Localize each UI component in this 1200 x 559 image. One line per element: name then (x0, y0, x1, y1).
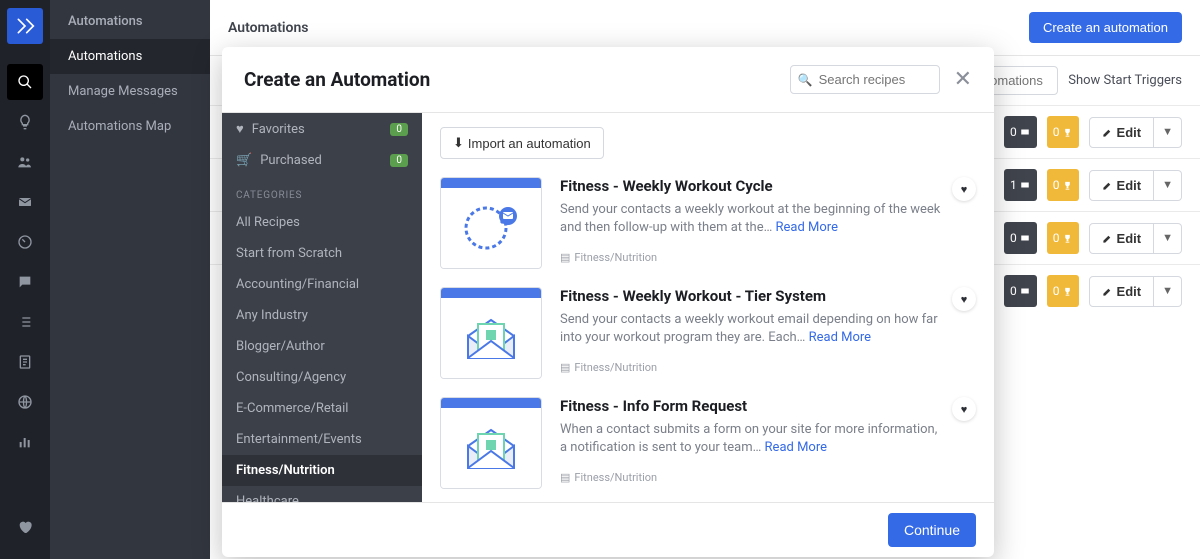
tag-icon: ▤ (560, 361, 570, 374)
list-icon[interactable] (7, 304, 43, 340)
edit-dropdown-button[interactable]: ▼ (1154, 276, 1182, 307)
favorites-count-badge: 0 (390, 123, 408, 136)
trophies-stat: 0 (1047, 116, 1079, 148)
create-automation-button[interactable]: Create an automation (1029, 12, 1182, 43)
edit-button[interactable]: Edit (1089, 117, 1155, 148)
import-automation-button[interactable]: ⬇Import an automation (440, 127, 604, 159)
comment-icon[interactable] (7, 264, 43, 300)
emails-stat: 1 (1004, 169, 1037, 201)
favorite-heart-button[interactable]: ♥ (952, 177, 976, 201)
sidebar: Automations Automations Manage Messages … (50, 0, 210, 559)
recipe-description: Send your contacts a weekly workout at t… (560, 201, 946, 237)
globe-icon[interactable] (7, 384, 43, 420)
edit-dropdown-button[interactable]: ▼ (1154, 170, 1182, 201)
read-more-link[interactable]: Read More (776, 220, 838, 235)
nav-purchased[interactable]: 🛒 Purchased 0 (222, 145, 422, 176)
category-e-commerce-retail[interactable]: E-Commerce/Retail (222, 393, 422, 424)
sidebar-item-automations[interactable]: Automations (50, 39, 210, 74)
sidebar-item-manage-messages[interactable]: Manage Messages (50, 74, 210, 109)
doc-icon[interactable] (7, 344, 43, 380)
sidebar-title: Automations (50, 0, 210, 39)
recipe-description: Send your contacts a weekly workout emai… (560, 311, 946, 347)
recipe-thumbnail (440, 177, 542, 269)
recipe-list: ⬇Import an automation Fitness - Weekly W… (422, 113, 994, 502)
emails-stat: 0 (1004, 222, 1037, 254)
category-fitness-nutrition[interactable]: Fitness/Nutrition (222, 455, 422, 486)
category-start-from-scratch[interactable]: Start from Scratch (222, 238, 422, 269)
search-icon: 🔍 (798, 73, 813, 87)
trophies-stat: 0 (1047, 222, 1079, 254)
category-blogger-author[interactable]: Blogger/Author (222, 331, 422, 362)
edit-dropdown-button[interactable]: ▼ (1154, 223, 1182, 254)
recipe-tag: ▤ Fitness/Nutrition (560, 471, 946, 484)
purchased-count-badge: 0 (390, 154, 408, 167)
recipe-card[interactable]: Fitness - Weekly Workout Cycle Send your … (440, 177, 976, 269)
close-icon[interactable]: ✕ (954, 67, 972, 92)
trophies-stat: 0 (1047, 275, 1079, 307)
recipe-description: When a contact submits a form on your si… (560, 421, 946, 457)
page-title: Automations (228, 20, 309, 36)
category-consulting-agency[interactable]: Consulting/Agency (222, 362, 422, 393)
nav-favorites-label: Favorites (252, 122, 383, 137)
chart-icon[interactable] (7, 424, 43, 460)
heart-icon: ♥ (236, 121, 244, 137)
category-any-industry[interactable]: Any Industry (222, 300, 422, 331)
category-accounting-financial[interactable]: Accounting/Financial (222, 269, 422, 300)
sidebar-item-automations-map[interactable]: Automations Map (50, 109, 210, 144)
mail-icon[interactable] (7, 184, 43, 220)
heart-icon[interactable] (7, 509, 43, 545)
continue-button[interactable]: Continue (888, 513, 976, 547)
edit-dropdown-button[interactable]: ▼ (1154, 117, 1182, 148)
categories-header: CATEGORIES (222, 176, 422, 207)
recipe-thumbnail (440, 287, 542, 379)
modal-header: Create an Automation 🔍 ✕ (222, 47, 994, 113)
recipe-title: Fitness - Weekly Workout Cycle (560, 177, 946, 195)
read-more-link[interactable]: Read More (765, 440, 827, 455)
recipe-card[interactable]: Fitness - Info Form Request When a contac… (440, 397, 976, 489)
edit-button[interactable]: Edit (1089, 170, 1155, 201)
tag-icon: ▤ (560, 471, 570, 484)
nav-favorites[interactable]: ♥ Favorites 0 (222, 113, 422, 145)
emails-stat: 0 (1004, 275, 1037, 307)
trophies-stat: 0 (1047, 169, 1079, 201)
category-all-recipes[interactable]: All Recipes (222, 207, 422, 238)
recipe-title: Fitness - Info Form Request (560, 397, 946, 415)
read-more-link[interactable]: Read More (809, 330, 871, 345)
cart-icon: 🛒 (236, 153, 252, 168)
modal-title: Create an Automation (244, 68, 430, 91)
favorite-heart-button[interactable]: ♥ (952, 397, 976, 421)
meter-icon[interactable] (7, 224, 43, 260)
search-icon[interactable] (7, 64, 43, 100)
recipe-card[interactable]: Fitness - Weekly Workout - Tier System Se… (440, 287, 976, 379)
recipe-tag: ▤ Fitness/Nutrition (560, 251, 946, 264)
show-start-triggers-link[interactable]: Show Start Triggers (1068, 73, 1182, 88)
recipe-thumbnail (440, 397, 542, 489)
nav-purchased-label: Purchased (260, 153, 382, 168)
edit-button[interactable]: Edit (1089, 276, 1155, 307)
icon-rail (0, 0, 50, 559)
recipe-tag: ▤ Fitness/Nutrition (560, 361, 946, 374)
favorite-heart-button[interactable]: ♥ (952, 287, 976, 311)
lightbulb-icon[interactable] (7, 104, 43, 140)
category-entertainment-events[interactable]: Entertainment/Events (222, 424, 422, 455)
download-icon: ⬇ (453, 135, 464, 151)
recipe-categories-nav: ♥ Favorites 0 🛒 Purchased 0 CATEGORIES A… (222, 113, 422, 502)
category-healthcare[interactable]: Healthcare (222, 486, 422, 502)
tag-icon: ▤ (560, 251, 570, 264)
modal-footer: Continue (222, 502, 994, 557)
people-icon[interactable] (7, 144, 43, 180)
app-logo[interactable] (7, 8, 43, 44)
create-automation-modal: Create an Automation 🔍 ✕ ♥ Favorites 0 🛒… (222, 47, 994, 557)
edit-button[interactable]: Edit (1089, 223, 1155, 254)
emails-stat: 0 (1004, 116, 1037, 148)
recipe-title: Fitness - Weekly Workout - Tier System (560, 287, 946, 305)
